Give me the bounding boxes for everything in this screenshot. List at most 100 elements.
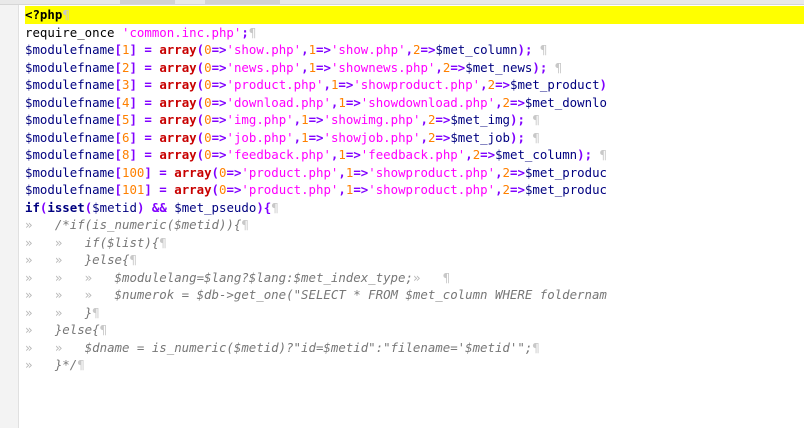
operator: => — [353, 164, 369, 180]
operator: , — [405, 42, 414, 57]
variable: $modulefname — [25, 59, 115, 75]
code-line[interactable]: $modulefname[100] = array(0=>'product.ph… — [25, 164, 804, 182]
operator: ] = — [129, 129, 160, 145]
operator: , — [420, 129, 428, 145]
code-line[interactable]: $modulefname[8] = array(0=>'feedback.php… — [25, 146, 804, 164]
operator: => — [510, 94, 525, 110]
string-literal: 'download.php' — [226, 94, 331, 110]
code-line[interactable]: » }else{¶ — [25, 321, 804, 339]
eol-marker: ¶ — [592, 147, 607, 162]
operator: => — [308, 112, 324, 127]
code-line[interactable]: require_once 'common.inc.php';¶ — [25, 24, 804, 42]
code-line[interactable]: $modulefname[6] = array(0=>'job.php',1=>… — [25, 129, 804, 147]
string-literal: 'show.php' — [226, 42, 302, 57]
operator: [ — [114, 42, 122, 57]
operator: => — [345, 94, 361, 110]
operator: , — [495, 94, 503, 110]
fold-margin[interactable] — [0, 5, 19, 428]
comment: $modulelang=$lang?$lang:$met_index_type; — [114, 269, 413, 285]
eol-marker: ¶ — [532, 42, 548, 57]
eol-marker: ¶ — [241, 217, 249, 232]
comment: $numerok = $db->get_one("SELECT * FROM $… — [114, 287, 607, 302]
operator: => — [308, 129, 324, 145]
variable: $met_img — [450, 112, 511, 127]
code-line[interactable]: $modulefname[3] = array(0=>'product.php'… — [25, 76, 804, 94]
string-literal: 'showjob.php' — [323, 129, 421, 145]
string-literal: 'showproduct.php' — [368, 164, 496, 180]
code-line[interactable]: » » if($list){¶ — [25, 234, 804, 252]
operator: ( — [196, 147, 205, 162]
number-literal: 1 — [338, 147, 346, 162]
variable: $modulefname — [25, 94, 115, 110]
operator: => — [480, 147, 496, 162]
code-line[interactable]: » }*/¶ — [25, 356, 804, 374]
variable: $met_pseudo — [174, 199, 257, 215]
number-literal: 1 — [301, 129, 309, 145]
code-editor[interactable]: <?php¶ require_once 'common.inc.php';¶ $mo… — [25, 6, 804, 428]
eol-marker: ¶ — [77, 357, 85, 372]
string-literal: 'news.php' — [226, 59, 302, 75]
operator: => — [353, 182, 369, 197]
operator: ( — [196, 77, 205, 92]
code-line[interactable]: $modulefname[101] = array(0=>'product.ph… — [25, 181, 804, 199]
operator: , — [301, 59, 309, 75]
code-line[interactable]: » /*if(is_numeric($metid)){¶ — [25, 216, 804, 234]
operator: [ — [114, 112, 122, 127]
operator: [ — [114, 182, 122, 197]
comment: }else{ — [84, 252, 130, 267]
tab-2[interactable] — [205, 0, 280, 4]
operator: , — [338, 182, 346, 197]
code-line[interactable]: if(isset($metid) && $met_pseudo){¶ — [25, 199, 804, 217]
variable: $met_column — [435, 42, 518, 57]
operator: => — [420, 42, 436, 57]
operator: ( — [196, 42, 205, 57]
variable: $met_news — [465, 59, 533, 75]
operator: ] = — [129, 77, 160, 92]
code-line[interactable]: $modulefname[4] = array(0=>'download.php… — [25, 94, 804, 112]
variable: $met_job — [450, 129, 511, 145]
operator: => — [435, 112, 451, 127]
variable: $met_produc — [524, 164, 607, 180]
code-line[interactable]: » » }else{¶ — [25, 251, 804, 269]
string-literal: 'showimg.php' — [323, 112, 421, 127]
code-line[interactable]: » » » $numerok = $db->get_one("SELECT * … — [25, 286, 804, 304]
code-line[interactable]: $modulefname[2] = array(0=>'news.php',1=… — [25, 59, 804, 77]
code-line[interactable]: » » }¶ — [25, 304, 804, 322]
number-literal: 0 — [204, 42, 212, 57]
operator: => — [316, 59, 331, 75]
operator: ); — [517, 42, 533, 57]
operator: ] = — [144, 182, 175, 197]
keyword: if — [25, 199, 40, 215]
operator: ] = — [129, 94, 160, 110]
string-literal: 'product.php' — [241, 164, 339, 180]
keyword: array — [159, 147, 197, 162]
operator: , — [293, 112, 302, 127]
code-line[interactable]: $modulefname[5] = array(0=>'img.php',1=>… — [25, 111, 804, 129]
tab-marker: » » » — [25, 269, 115, 285]
operator: , — [495, 182, 503, 197]
variable: $modulefname — [25, 112, 115, 127]
operator: ( — [196, 129, 205, 145]
number-literal: 1 — [308, 59, 317, 75]
operator: => — [316, 42, 331, 57]
comment: if($list){ — [84, 234, 160, 250]
tab-1[interactable] — [120, 0, 175, 4]
operator: ( — [196, 94, 205, 110]
operator: , — [465, 147, 473, 162]
tab-bar — [0, 0, 804, 5]
variable: $modulefname — [25, 147, 115, 162]
number-literal: 1 — [301, 112, 309, 127]
operator: [ — [114, 94, 122, 110]
number-literal: 2 — [502, 94, 510, 110]
eol-marker: ¶ — [62, 7, 70, 22]
keyword: array — [159, 129, 197, 145]
string-literal: 'common.inc.php' — [121, 24, 242, 40]
number-literal: 0 — [204, 129, 212, 145]
code-line[interactable]: » » » $modulelang=$lang?$lang:$met_index… — [25, 269, 804, 287]
code-line-current[interactable]: <?php¶ — [25, 6, 804, 24]
code-line[interactable]: $modulefname[1] = array(0=>'show.php',1=… — [25, 41, 804, 59]
code-line[interactable]: » » $dname = is_numeric($metid)?"id=$met… — [25, 339, 804, 357]
variable: $metid — [92, 199, 137, 215]
string-literal: 'showproduct.php' — [353, 77, 481, 92]
number-literal: 100 — [122, 164, 145, 180]
